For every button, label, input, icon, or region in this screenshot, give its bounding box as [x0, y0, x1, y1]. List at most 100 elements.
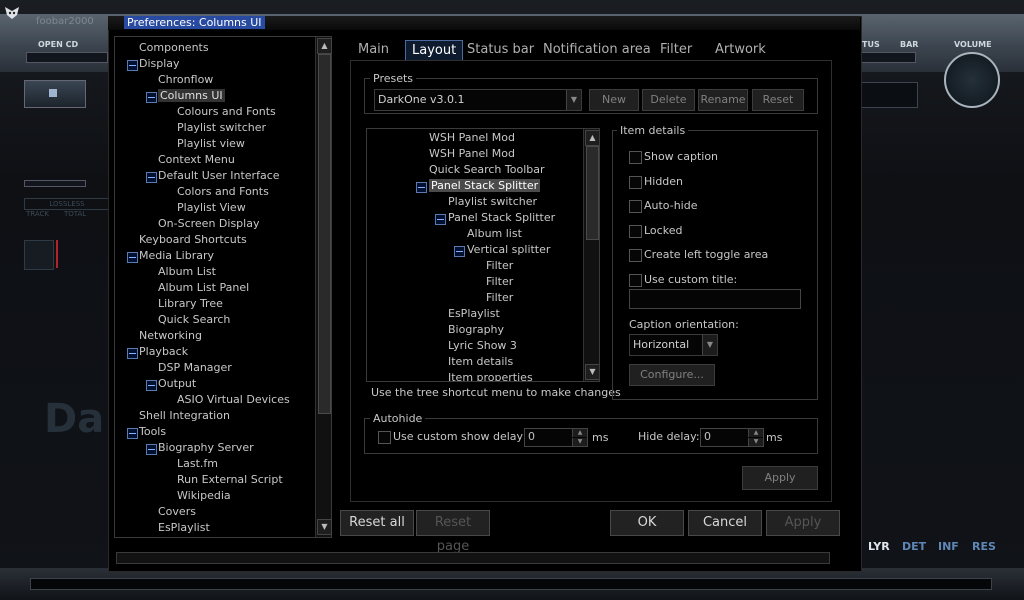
tree-scrollbar[interactable]: ▲ ▼	[315, 37, 332, 537]
tab-artwork[interactable]: Artwork	[715, 40, 766, 60]
tab-status-bar[interactable]: Status bar	[467, 40, 534, 60]
checkbox[interactable]	[629, 249, 642, 262]
layout-tree-item[interactable]: WSH Panel Mod	[429, 147, 515, 160]
collapse-icon[interactable]	[146, 444, 157, 455]
checkbox[interactable]	[629, 224, 642, 238]
tab-notification-area[interactable]: Notification area	[543, 40, 651, 60]
collapse-icon[interactable]	[146, 92, 157, 103]
dialog-bottom-scroll[interactable]	[116, 552, 830, 564]
apply-button[interactable]: Apply	[766, 510, 840, 536]
collapse-icon[interactable]	[416, 182, 427, 193]
tab-det[interactable]: DET	[902, 540, 926, 553]
tree-item[interactable]: Networking	[139, 329, 202, 342]
open-cd-slot[interactable]	[26, 52, 108, 63]
cancel-button[interactable]: Cancel	[688, 510, 762, 536]
tree-item[interactable]: Colors and Fonts	[177, 185, 269, 198]
tree-item[interactable]: EsPlaylist	[158, 521, 210, 534]
scroll-up-icon[interactable]: ▲	[317, 38, 332, 54]
collapse-icon[interactable]	[127, 348, 138, 359]
tree-item[interactable]: Library Tree	[158, 297, 223, 310]
tree-item[interactable]: Album List Panel	[158, 281, 249, 294]
tab-filter[interactable]: Filter	[660, 40, 692, 60]
collapse-icon[interactable]	[127, 428, 138, 439]
layout-tree-item[interactable]: Panel Stack Splitter	[429, 179, 541, 192]
preferences-tree[interactable]: Components Display Chronflow Columns UI Colo…	[114, 36, 332, 538]
tree-item[interactable]: Output	[158, 377, 196, 390]
scroll-thumb[interactable]	[318, 54, 331, 414]
tree-item[interactable]: Quick Search	[158, 313, 230, 326]
volume-knob[interactable]	[944, 52, 1000, 108]
tree-item[interactable]: Display	[139, 57, 180, 70]
scroll-down-icon[interactable]: ▼	[317, 519, 332, 535]
collapse-icon[interactable]	[435, 214, 446, 225]
spin-down-icon[interactable]: ▼	[748, 438, 763, 446]
layout-tree-item[interactable]: Filter	[486, 291, 513, 304]
tree-item[interactable]: Chronflow	[158, 73, 213, 86]
tree-item[interactable]: Biography Server	[158, 441, 254, 454]
reset-preset-button[interactable]: Reset	[752, 89, 804, 111]
delete-preset-button[interactable]: Delete	[642, 89, 695, 111]
spin-up-icon[interactable]: ▲	[572, 429, 587, 437]
scroll-up-icon[interactable]: ▲	[585, 130, 599, 146]
tab-layout[interactable]: Layout	[405, 40, 464, 61]
tab-res[interactable]: RES	[972, 540, 996, 553]
layout-tree-item[interactable]: Filter	[486, 275, 513, 288]
new-preset-button[interactable]: New	[589, 89, 639, 111]
layout-tree-item[interactable]: Album list	[467, 227, 522, 240]
configure-button[interactable]: Configure...	[629, 364, 715, 386]
tree-item[interactable]: Playback	[139, 345, 188, 358]
bottom-progress-slot[interactable]	[30, 578, 992, 590]
tree-item[interactable]: Playlist switcher	[177, 121, 266, 134]
tree-item[interactable]: Album List	[158, 265, 216, 278]
layout-tree-item[interactable]: Vertical splitter	[467, 243, 550, 256]
tree-item[interactable]: Covers	[158, 505, 196, 518]
preset-select[interactable]: DarkOne v3.0.1 ▼	[374, 89, 582, 111]
layout-apply-button[interactable]: Apply	[742, 466, 818, 490]
seek-bar[interactable]	[24, 180, 86, 187]
layout-tree-item[interactable]: Filter	[486, 259, 513, 272]
custom-title-input[interactable]	[629, 289, 801, 309]
tab-inf[interactable]: INF	[938, 540, 959, 553]
tree-item[interactable]: Tools	[139, 425, 166, 438]
checkbox[interactable]	[629, 175, 642, 189]
spin-down-icon[interactable]: ▼	[572, 438, 587, 446]
layout-tree[interactable]: WSH Panel Mod WSH Panel Mod Quick Search T…	[366, 128, 600, 382]
tree-item[interactable]: Wikipedia	[177, 489, 231, 502]
tree-item[interactable]: Keyboard Shortcuts	[139, 233, 247, 246]
layout-tree-item[interactable]: Playlist switcher	[448, 195, 537, 208]
layout-tree-item[interactable]: WSH Panel Mod	[429, 131, 515, 144]
checkbox[interactable]	[629, 200, 642, 213]
layout-tree-item[interactable]: Biography	[448, 323, 504, 336]
layout-tree-item[interactable]: Quick Search Toolbar	[429, 163, 545, 176]
spin-up-icon[interactable]: ▲	[748, 429, 763, 437]
tree-item[interactable]: Playlist View	[177, 201, 246, 214]
layout-tree-item[interactable]: Lyric Show 3	[448, 339, 517, 352]
collapse-icon[interactable]	[127, 252, 138, 263]
caption-orientation-select[interactable]: Horizontal ▼	[629, 334, 718, 356]
tree-item[interactable]: ASIO Virtual Devices	[177, 393, 290, 406]
tree-item[interactable]: DSP Manager	[158, 361, 232, 374]
reset-page-button[interactable]: Reset page	[416, 510, 490, 554]
show-delay-input[interactable]: 0 ▲ ▼	[524, 428, 588, 447]
layout-tree-scrollbar[interactable]: ▲ ▼	[583, 129, 599, 381]
layout-tree-item[interactable]: Item details	[448, 355, 513, 368]
layout-tree-item[interactable]: Item properties	[448, 371, 533, 381]
tree-item[interactable]: Run External Script	[177, 473, 283, 486]
collapse-icon[interactable]	[146, 172, 157, 183]
collapse-icon[interactable]	[127, 60, 138, 71]
checkbox[interactable]	[629, 273, 642, 287]
tab-lyr[interactable]: LYR	[868, 540, 890, 553]
tab-main[interactable]: Main	[358, 40, 389, 60]
collapse-icon[interactable]	[454, 246, 465, 257]
use-custom-delay-checkbox[interactable]	[378, 431, 391, 444]
tree-item[interactable]: Columns UI	[158, 89, 225, 102]
stop-button[interactable]	[24, 80, 86, 108]
scroll-down-icon[interactable]: ▼	[585, 364, 599, 380]
collapse-icon[interactable]	[146, 380, 157, 391]
tree-item[interactable]: Last.fm	[177, 457, 218, 470]
tree-item[interactable]: Components	[139, 41, 209, 54]
tree-item[interactable]: Media Library	[139, 249, 214, 262]
hide-delay-input[interactable]: 0 ▲ ▼	[700, 428, 764, 447]
scroll-thumb[interactable]	[586, 146, 599, 240]
reset-all-button[interactable]: Reset all	[340, 510, 414, 536]
